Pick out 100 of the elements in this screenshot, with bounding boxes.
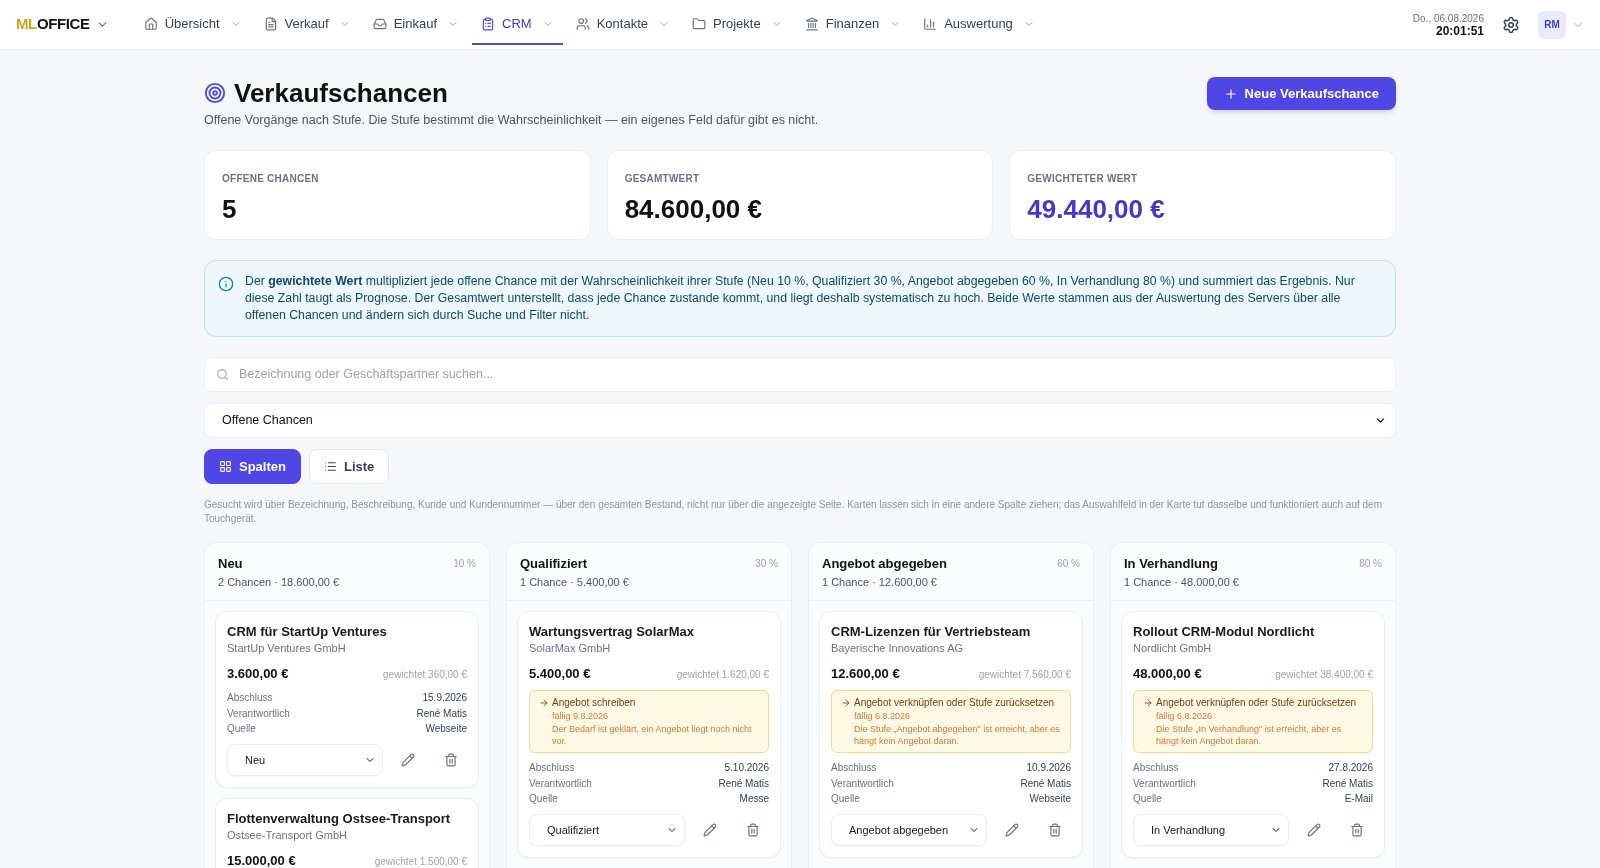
amount: 5.400,00 €	[529, 664, 591, 683]
arrow-icon	[539, 698, 549, 709]
nav-tab[interactable]: CRM	[472, 4, 563, 45]
column-title: Qualifiziert	[520, 554, 588, 573]
grid-icon	[219, 459, 232, 473]
folder-icon	[692, 16, 706, 31]
trash-icon	[1350, 822, 1364, 837]
plus-icon	[1223, 86, 1238, 101]
column-summary: 1 Chance · 48.000,00 €	[1124, 575, 1240, 591]
nav-tab[interactable]: Kontakte	[566, 4, 679, 45]
clock-text: 20:01:51	[1435, 24, 1484, 38]
column-title: In Verhandlung	[1124, 554, 1218, 573]
weighted-amount: gewichtet 7.560,00 €	[978, 667, 1071, 682]
task-due: fällig 6.8.2026	[853, 710, 912, 724]
detail-value: 10.9.2026	[1026, 761, 1071, 776]
customer-name: Bayerische Innovations AG	[831, 640, 965, 656]
weighted-amount: gewichtet 360,00 €	[383, 667, 467, 682]
arrow-icon	[1143, 698, 1153, 709]
inbox-icon	[372, 16, 387, 31]
stage-select[interactable]: Angebot abgegeben	[831, 813, 987, 846]
nav-tab[interactable]: Auswertung	[914, 4, 1044, 45]
column-percent: 80 %	[1359, 557, 1382, 571]
user-avatar[interactable]: RM	[1538, 10, 1566, 39]
detail-label: Abschluss	[529, 761, 575, 776]
column-percent: 60 %	[1057, 557, 1080, 571]
task-note: Der Bedarf ist geklärt, ein Angebot liegt noch nicht vor.	[551, 723, 753, 748]
opportunity-card[interactable]	[517, 610, 781, 858]
trash-icon	[746, 822, 760, 837]
customer-name: StartUp Ventures GmbH	[227, 640, 347, 656]
card-title: Rollout CRM-Modul Nordlicht	[1133, 622, 1316, 641]
nav-tab[interactable]: Einkauf	[363, 4, 469, 45]
clipboard-icon	[481, 16, 496, 31]
opportunity-card[interactable]	[819, 610, 1083, 858]
trash-icon	[1048, 822, 1062, 837]
task-note: Die Stufe „In Verhandlung" ist erreicht, aber es hängt kein Angebot daran.	[1155, 723, 1343, 748]
nav-tab[interactable]: Übersicht	[134, 4, 251, 45]
column-summary: 1 Chance · 12.600,00 €	[822, 575, 938, 591]
target-icon	[204, 82, 226, 104]
card-title: CRM für StartUp Ventures	[227, 622, 388, 641]
opportunity-card[interactable]: CRM für StartUp Ventures StartUp Ventures GmbH 3.600,00 € gewichtet 360,00 € Abschluss 15.9.2026 Verantwortlich René Matis Quelle Webseite Neu	[215, 610, 479, 788]
filter-select[interactable]: Offene Chancen	[204, 402, 1396, 438]
brand-logo[interactable]: MLOFFICE	[16, 13, 90, 36]
column-summary: 2 Chancen · 18.600,00 €	[218, 575, 341, 591]
column-percent: 10 %	[453, 557, 476, 571]
arrow-icon	[841, 698, 851, 709]
page-title: Verkaufschancen	[234, 77, 448, 109]
detail-value: René Matis	[718, 776, 769, 791]
detail-label: Verantwortlich	[1133, 776, 1196, 791]
nav-tab[interactable]: Finanzen	[795, 4, 911, 45]
column-summary: 1 Chance · 5.400,00 €	[520, 575, 630, 591]
nav-tab[interactable]: Projekte	[683, 4, 792, 45]
detail-label: Abschluss	[1133, 761, 1179, 776]
detail-label: Quelle	[1133, 792, 1162, 807]
people-icon	[575, 16, 590, 31]
pencil-icon	[401, 752, 415, 767]
detail-label: Verantwortlich	[529, 776, 592, 791]
customer-name: SolarMax GmbH	[529, 640, 612, 656]
amount: 48.000,00 €	[1133, 664, 1202, 683]
weighted-amount: gewichtet 38.400,00 €	[1275, 667, 1373, 682]
weighted-amount: gewichtet 1.620,00 €	[676, 667, 769, 682]
trash-icon	[444, 752, 458, 767]
new-opportunity-button[interactable]: Neue Verkaufschance	[1206, 77, 1396, 110]
stage-select[interactable]: Neu	[227, 743, 383, 776]
detail-value: 15.9.2026	[422, 691, 467, 706]
detail-value: René Matis	[1322, 776, 1373, 791]
stat-value: 49.440,00 €	[1027, 192, 1166, 226]
info-icon	[218, 275, 234, 292]
stage-select[interactable]: Qualifiziert	[529, 813, 685, 846]
list-icon	[323, 459, 337, 473]
card-title: Wartungsvertrag SolarMax	[529, 622, 695, 641]
view-toggle[interactable]: Spalten	[204, 448, 301, 484]
task-title: Angebot schreiben	[552, 696, 636, 711]
amount: 15.000,00 €	[227, 851, 296, 868]
stat-label: OFFENE CHANCEN	[222, 171, 320, 186]
detail-value: René Matis	[1020, 776, 1071, 791]
view-toggle[interactable]: Liste	[308, 448, 390, 484]
search-field[interactable]: Bezeichnung oder Geschäftspartner suchen...	[204, 356, 1396, 392]
bar-chart-icon	[923, 16, 938, 31]
card-title: CRM-Lizenzen für Vertriebsteam	[831, 622, 1032, 641]
nav-tab[interactable]: Verkauf	[254, 4, 360, 45]
detail-value: 5.10.2026	[724, 761, 769, 776]
detail-value: 27.8.2026	[1328, 761, 1373, 776]
document-icon	[263, 16, 278, 31]
stat-label: GESAMTWERT	[624, 171, 701, 186]
opportunity-card[interactable]: Flottenverwaltung Ostsee-Transport Ostsee-Transport GmbH 15.000,00 € gewichtet 1.500,00 €	[215, 797, 479, 868]
detail-label: Quelle	[227, 722, 256, 737]
task-note: Die Stufe „Angebot abgegeben" ist erreicht, aber es hängt kein Angebot daran.	[853, 723, 1061, 748]
stage-select[interactable]: In Verhandlung	[1133, 813, 1289, 846]
detail-label: Verantwortlich	[227, 706, 290, 721]
detail-label: Quelle	[529, 792, 558, 807]
task-title: Angebot verknüpfen oder Stufe zurücksetzen	[1156, 696, 1357, 711]
info-text: Der gewichtete Wert multipliziert jede offene Chance mit der Wahrscheinlichkeit ihrer Stufe (Neu 10 %, Qualifiziert 30 %, Angebot abgegeben 60 %, In Verhandlung 80 %) und summiert das Ergebnis. Nur diese Zahl taugt als Prognose. Der Gesamtwert unterstellt, dass jede Chance zustande kommt, und liegt deshalb systematisch zu hoch. Beide Werte stammen aus der Auswertung des Servers über alle offenen Chancen und ändern sich durch Suche und Filter nicht.	[245, 272, 1355, 324]
task-due: fällig 6.8.2026	[1155, 710, 1214, 724]
opportunity-card[interactable]	[1121, 610, 1385, 858]
detail-label: Abschluss	[227, 691, 273, 706]
amount: 3.600,00 €	[227, 664, 289, 683]
detail-label: Quelle	[831, 792, 860, 807]
card-title: Flottenverwaltung Ostsee-Transport	[227, 809, 452, 828]
stat-value: 5	[222, 192, 238, 226]
page-subtitle: Offene Vorgänge nach Stufe. Die Stufe bestimmt die Wahrscheinlichkeit — ein eigenes Feld dafür gibt es nicht.	[204, 112, 819, 129]
